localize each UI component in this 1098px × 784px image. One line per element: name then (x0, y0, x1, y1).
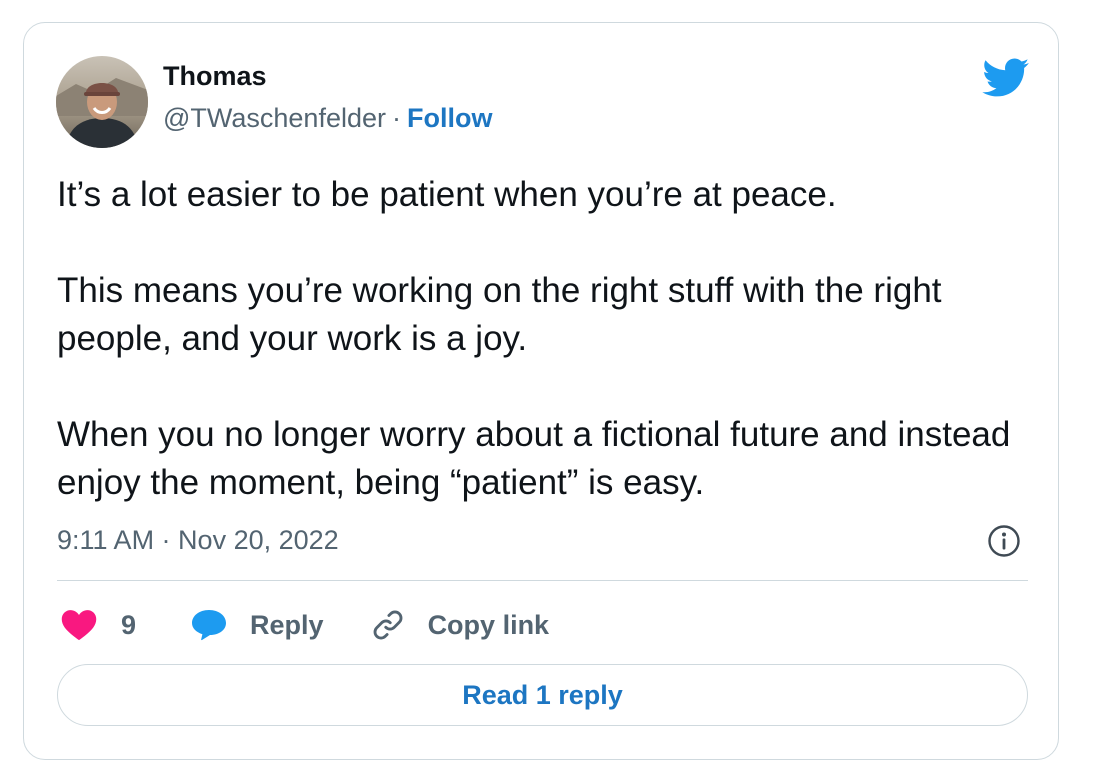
action-bar: 9 Reply Copy link (61, 605, 549, 645)
tweet-paragraph: It’s a lot easier to be patient when you… (57, 175, 837, 214)
speech-bubble-icon (192, 610, 227, 641)
tweet-paragraph: This means you’re working on the right s… (57, 271, 942, 358)
author-handle[interactable]: @TWaschenfelder (163, 103, 386, 133)
link-icon (373, 610, 402, 640)
read-replies-button[interactable]: Read 1 reply (57, 664, 1028, 726)
like-button[interactable]: 9 (61, 608, 136, 642)
author-name[interactable]: Thomas (163, 59, 267, 93)
divider (57, 580, 1028, 581)
heart-icon (61, 610, 97, 641)
info-icon[interactable] (987, 524, 1021, 558)
handle-separator: · (392, 103, 401, 133)
tweet-card: Thomas @TWaschenfelder · Follow It’s a lot… (23, 22, 1059, 760)
reply-button[interactable]: Reply (190, 608, 324, 642)
like-count: 9 (121, 610, 137, 640)
reply-label: Reply (250, 610, 324, 640)
copy-link-label: Copy link (427, 610, 550, 640)
avatar[interactable] (56, 56, 148, 148)
copy-link-button[interactable]: Copy link (370, 607, 550, 643)
follow-link[interactable]: Follow (407, 103, 492, 133)
author-handle-line: @TWaschenfelder · Follow (163, 101, 492, 135)
tweet-text: It’s a lot easier to be patient when you… (57, 171, 1037, 507)
tweet-timestamp[interactable]: 9:11 AM · Nov 20, 2022 (57, 523, 339, 557)
twitter-bird-icon[interactable] (980, 57, 1030, 97)
tweet-paragraph: When you no longer worry about a fiction… (57, 415, 1011, 502)
